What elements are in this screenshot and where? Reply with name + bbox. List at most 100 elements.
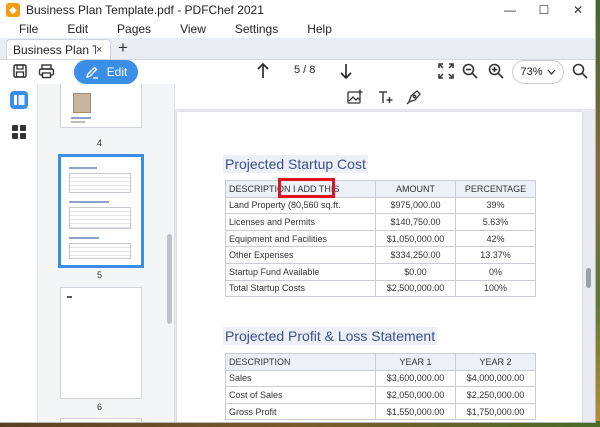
table-cell: 100%: [455, 279, 536, 298]
table-cell: 39%: [455, 196, 536, 215]
highlight-annotation[interactable]: [278, 178, 335, 198]
title-bar: ◆ Business Plan Template.pdf - PDFChef 2…: [0, 0, 595, 20]
new-tab-button[interactable]: +: [113, 39, 133, 59]
table-row: Land Property (80,560 sq.ft. $975,000.00…: [225, 196, 536, 215]
table-cell: 5.63%: [455, 213, 536, 231]
document-toolbar: [175, 84, 595, 110]
window-title: Business Plan Template.pdf - PDFChef 202…: [26, 3, 264, 17]
pdfchef-app-icon: ◆: [6, 3, 20, 17]
zoom-value: 73%: [520, 66, 543, 78]
close-icon[interactable]: ✕: [561, 0, 595, 20]
thumbnail-scrollbar[interactable]: [167, 234, 172, 324]
table-cell: $1,050,000.00: [375, 229, 456, 248]
pencil-icon: [85, 66, 98, 79]
table-cell: $2,050,000.00: [375, 386, 456, 404]
page-indicator: 5 / 8: [294, 64, 316, 76]
zoom-select[interactable]: 73%: [512, 60, 564, 84]
table-header-cell: PERCENTAGE: [455, 180, 536, 198]
thumbnail-panel: 4 5 6: [38, 84, 175, 422]
thumbnail-label: 6: [97, 402, 103, 412]
document-tab-bar: Business Plan T... × +: [0, 38, 595, 60]
fit-screen-icon[interactable]: [436, 61, 456, 81]
table-cell: $975,000.00: [375, 196, 456, 215]
pdf-page: Projected Startup Cost DESCRIPTION I ADD…: [177, 112, 582, 422]
table-cell: $334,250.00: [375, 246, 456, 264]
table-header-row: DESCRIPTION YEAR 1 YEAR 2: [225, 353, 536, 371]
table-cell: Cost of Sales: [225, 386, 376, 404]
table-cell: Gross Profit: [225, 402, 376, 421]
save-icon[interactable]: [10, 61, 30, 81]
menu-pages[interactable]: Pages: [101, 22, 164, 36]
table-cell: 13.37%: [455, 246, 536, 264]
edit-button-label: Edit: [106, 65, 128, 79]
thumbnail-page-5[interactable]: [58, 154, 144, 268]
search-icon[interactable]: [570, 61, 590, 81]
section-title-profit-loss: Projected Profit & Loss Statement: [223, 327, 438, 345]
document-viewport: Projected Startup Cost DESCRIPTION I ADD…: [175, 84, 595, 422]
table-header-cell: YEAR 1: [375, 353, 456, 371]
add-text-icon[interactable]: [376, 88, 394, 106]
maximize-icon[interactable]: ☐: [527, 0, 561, 20]
thumbnail-page-4[interactable]: [60, 84, 142, 128]
table-cell: Sales: [225, 369, 376, 388]
table-row: Cost of Sales $2,050,000.00 $2,250,000.0…: [225, 386, 536, 404]
table-cell: $3,600,000.00: [375, 369, 456, 388]
thumbnail-page-6[interactable]: [60, 287, 142, 399]
table-cell: 0%: [455, 262, 536, 281]
table-cell: Licenses and Permits: [225, 213, 376, 231]
arrow-down-icon[interactable]: [336, 61, 356, 81]
table-header-cell: AMOUNT: [375, 180, 456, 198]
table-header-cell: YEAR 2: [455, 353, 536, 371]
table-row: Equipment and Facilities $1,050,000.00 4…: [225, 229, 536, 248]
table-cell: $2,500,000.00: [375, 279, 456, 298]
table-header-cell: DESCRIPTION: [225, 353, 376, 371]
table-row: Total Startup Costs $2,500,000.00 100%: [225, 279, 536, 298]
menu-bar: File Edit Pages View Settings Help: [0, 20, 595, 38]
table-cell: $2,250,000.00: [455, 386, 536, 404]
thumbnail-label: 4: [97, 138, 103, 148]
table-cell: $1,750,000.00: [455, 402, 536, 421]
edit-button[interactable]: Edit: [74, 60, 138, 84]
arrow-up-icon[interactable]: [253, 61, 273, 81]
menu-file[interactable]: File: [6, 22, 51, 36]
table-header-row: DESCRIPTION I ADD THIS AMOUNT PERCENTAGE: [225, 180, 536, 198]
zoom-out-icon[interactable]: [460, 61, 480, 81]
print-icon[interactable]: [36, 61, 56, 81]
table-cell: $140,750.00: [375, 213, 456, 231]
table-cell: $4,000,000.00: [455, 369, 536, 388]
table-cell: Startup Fund Available: [225, 262, 376, 281]
table-row: Gross Profit $1,550,000.00 $1,750,000.00: [225, 402, 536, 421]
minimize-icon[interactable]: —: [493, 0, 527, 20]
table-cell: $0.00: [375, 262, 456, 281]
menu-edit[interactable]: Edit: [51, 22, 101, 36]
zoom-in-icon[interactable]: [486, 61, 506, 81]
table-row: Licenses and Permits $140,750.00 5.63%: [225, 213, 536, 231]
profit-loss-table: DESCRIPTION YEAR 1 YEAR 2 Sales $3,600,0…: [225, 353, 536, 421]
draw-icon[interactable]: [405, 88, 423, 106]
menu-help[interactable]: Help: [291, 22, 345, 36]
document-scrollbar[interactable]: [586, 268, 591, 288]
table-cell: Land Property (80,560 sq.ft.: [225, 196, 376, 215]
main-toolbar: Edit 5 / 8 73%: [0, 60, 595, 84]
tab-business-plan[interactable]: Business Plan T... ×: [6, 39, 111, 59]
table-cell: Other Expenses: [225, 246, 376, 264]
thumbnail-label: 5: [97, 270, 103, 280]
app-window: ◆ Business Plan Template.pdf - PDFChef 2…: [0, 0, 596, 423]
table-cell: $1,550,000.00: [375, 402, 456, 421]
thumbnails-icon[interactable]: [9, 90, 29, 110]
tab-label: Business Plan T...: [13, 42, 96, 57]
menu-settings[interactable]: Settings: [219, 22, 291, 36]
tab-close-icon[interactable]: ×: [96, 44, 110, 56]
table-row: Sales $3,600,000.00 $4,000,000.00: [225, 369, 536, 388]
section-title-startup: Projected Startup Cost: [223, 155, 368, 173]
startup-cost-table: DESCRIPTION I ADD THIS AMOUNT PERCENTAGE…: [225, 180, 536, 298]
thumbnail-page-7[interactable]: [60, 418, 142, 422]
table-cell: 42%: [455, 229, 536, 248]
grid-icon[interactable]: [9, 122, 29, 142]
table-row: Other Expenses $334,250.00 13.37%: [225, 246, 536, 264]
table-cell: Total Startup Costs: [225, 279, 376, 298]
menu-view[interactable]: View: [164, 22, 219, 36]
add-image-icon[interactable]: [346, 88, 364, 106]
table-cell: Equipment and Facilities: [225, 229, 376, 248]
left-rail: [0, 84, 38, 422]
